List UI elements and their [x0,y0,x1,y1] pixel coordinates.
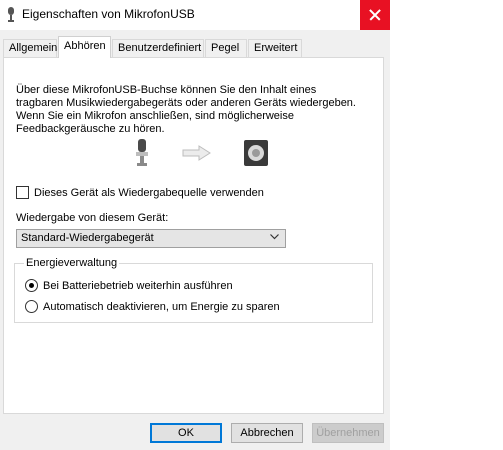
tab-pegel[interactable]: Pegel [205,39,247,57]
radio-row-auto-disable[interactable]: Automatisch deaktivieren, um Energie zu … [25,300,280,313]
tab-erweitert[interactable]: Erweitert [248,39,302,57]
power-management-group: Energieverwaltung Bei Batteriebetrieb we… [14,257,373,323]
listen-checkbox[interactable] [16,186,29,199]
description-text: Über diese MikrofonUSB-Buchse können Sie… [16,84,356,135]
power-management-legend: Energieverwaltung [24,257,120,269]
tab-allgemein[interactable]: Allgemein [3,39,57,57]
apply-button[interactable]: Übernehmen [312,423,384,443]
listen-checkbox-row[interactable]: Dieses Gerät als Wiedergabequelle verwen… [16,186,264,199]
speaker-icon [244,140,268,166]
ok-button[interactable]: OK [150,423,222,443]
microphone-icon [136,139,148,166]
tab-panel-abhoeren: Über diese MikrofonUSB-Buchse können Sie… [3,57,384,414]
chevron-down-icon [270,234,279,240]
title-bar[interactable]: Eigenschaften von MikrofonUSB [0,0,390,30]
cancel-button[interactable]: Abbrechen [231,423,303,443]
arrow-right-icon [182,145,211,161]
radio-row-keep-running[interactable]: Bei Batteriebetrieb weiterhin ausführen [25,279,233,292]
microphone-icon [8,7,14,22]
tab-abhoeren[interactable]: Abhören [58,36,111,58]
playback-device-select[interactable]: Standard-Wiedergabegerät [16,229,286,248]
radio-keep-running[interactable] [25,279,38,292]
window-title: Eigenschaften von MikrofonUSB [22,7,195,21]
illustration [135,139,275,169]
radio-auto-disable[interactable] [25,300,38,313]
radio-auto-disable-label: Automatisch deaktivieren, um Energie zu … [43,300,280,313]
properties-dialog: Eigenschaften von MikrofonUSB Allgemein … [0,0,390,450]
playback-device-value: Standard-Wiedergabegerät [21,232,154,244]
playback-device-label: Wiedergabe von diesem Gerät: [16,212,169,224]
listen-checkbox-label: Dieses Gerät als Wiedergabequelle verwen… [34,186,264,199]
close-button[interactable] [360,0,390,30]
tab-benutzerdefiniert[interactable]: Benutzerdefiniert [112,39,204,57]
radio-keep-running-label: Bei Batteriebetrieb weiterhin ausführen [43,279,233,292]
